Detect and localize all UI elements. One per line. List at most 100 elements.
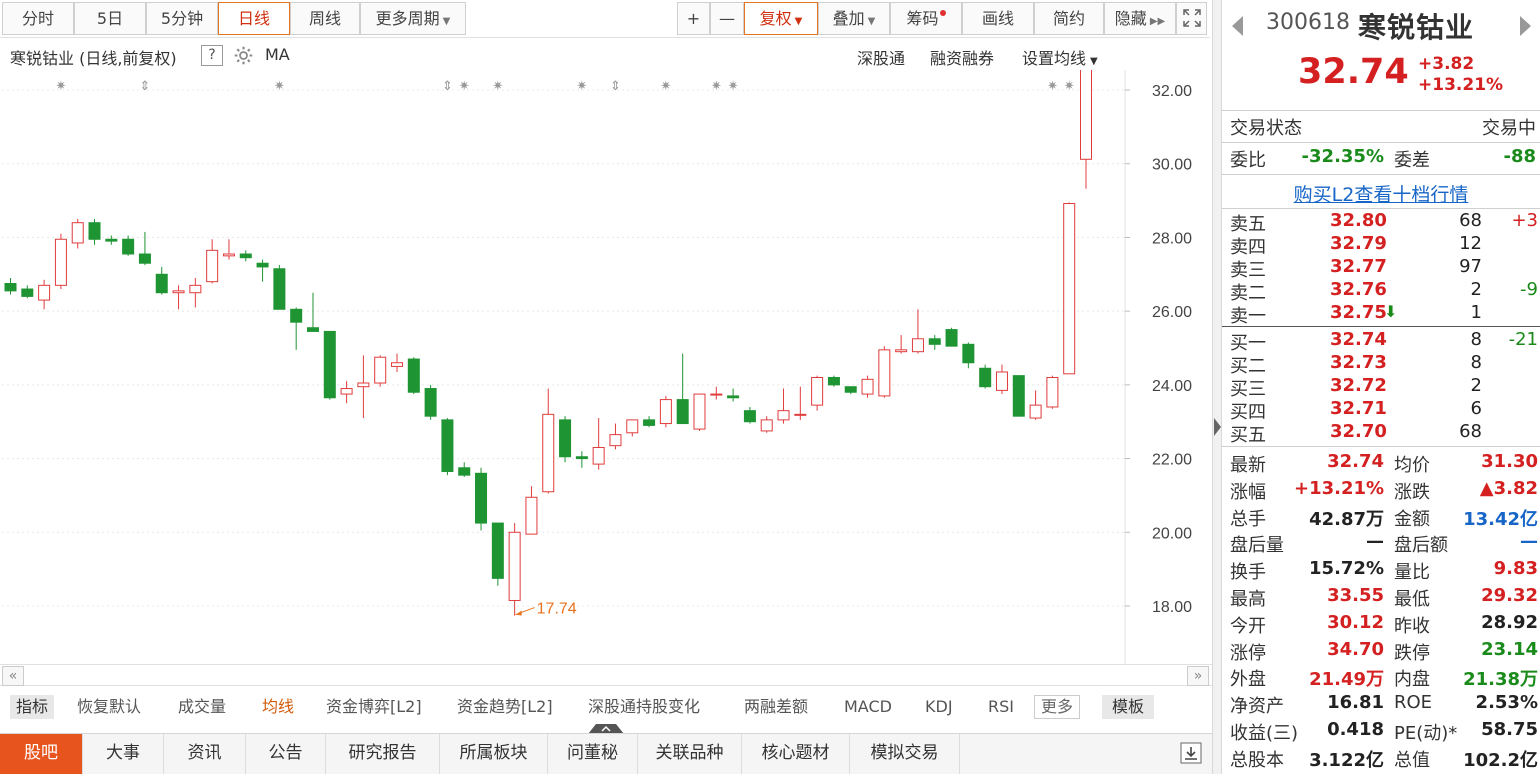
tab-weekly[interactable]: 周线 — [290, 2, 360, 35]
indicator-tab-rsi[interactable]: RSI — [982, 695, 1020, 719]
chart-scrollbar[interactable]: « » — [0, 664, 1212, 686]
panel-splitter[interactable] — [1212, 0, 1222, 774]
set-ma-dropdown[interactable]: 设置均线 ▼ — [1022, 45, 1098, 69]
scroll-left-button[interactable]: « — [2, 666, 24, 686]
more-periods-dropdown[interactable]: 更多周期 ▼ — [360, 2, 466, 35]
indicator-tab-margin-diff[interactable]: 两融差额 — [738, 695, 814, 719]
indicator-more-button[interactable]: 更多 — [1034, 695, 1081, 719]
candle-body — [895, 349, 908, 353]
tab-events[interactable]: 大事 — [83, 734, 164, 774]
candle — [273, 265, 286, 310]
candle — [659, 395, 672, 428]
fullscreen-button[interactable] — [1176, 2, 1207, 35]
tab-news[interactable]: 资讯 — [164, 734, 246, 774]
zoom-out-button[interactable]: — — [710, 2, 744, 35]
tab-sim-trading[interactable]: 模拟交易 — [850, 734, 960, 774]
hide-button[interactable]: 隐藏 ▶▶ — [1104, 2, 1176, 35]
order-price: 32.74 — [1330, 329, 1387, 350]
stats-row: 净资产 16.81 ROE 2.53% — [1222, 692, 1540, 719]
candle — [475, 467, 488, 531]
indicator-tab-index[interactable]: 指标 — [10, 695, 55, 719]
change-value: +3.82 — [1418, 54, 1475, 74]
tab-core-themes[interactable]: 核心题材 — [742, 734, 850, 774]
stats-row: 涨幅 +13.21% 涨跌 ▲3.82 — [1222, 478, 1540, 505]
simple-button[interactable]: 简约 — [1034, 2, 1104, 35]
indicator-tab-sgt-holdings[interactable]: 深股通持股变化 — [582, 695, 706, 719]
buy-l2-link[interactable]: 购买L2查看十档行情 — [1222, 180, 1540, 207]
event-markers: ✷ ⇕ ✷ ⇕ ✷ ✷ ✷ ⇕ ✷ ✷ ✷ ✷ ✷ — [55, 79, 1074, 94]
ma-indicator-label[interactable]: MA — [265, 45, 290, 64]
scroll-right-button[interactable]: » — [1187, 666, 1209, 686]
ask-row: 卖二 32.76 2 -9 — [1222, 279, 1540, 304]
candle-body — [559, 419, 572, 458]
next-stock-icon[interactable] — [1520, 16, 1531, 36]
collapse-arrow-icon — [1214, 418, 1221, 436]
set-ma-label: 设置均线 — [1022, 49, 1087, 68]
event-marker-icon: ⇕ — [139, 79, 150, 94]
candle-body — [38, 284, 51, 301]
tab-announcements[interactable]: 公告 — [246, 734, 326, 774]
candle — [895, 335, 908, 354]
quote-panel: 300618 寒锐钴业 32.74 +3.82 +13.21% 交易状态 交易中… — [1222, 0, 1540, 774]
tab-research[interactable]: 研究报告 — [326, 734, 440, 774]
stat-label: 总手 — [1230, 508, 1266, 530]
candle — [491, 522, 504, 586]
candle-body — [122, 238, 135, 255]
stat-value: 29.32 — [1481, 585, 1538, 606]
stock-app: 分时 5日 5分钟 日线 周线 更多周期 ▼ + — 复权 ▼ 叠加 ▼ 筹码 画线 … — [0, 0, 1540, 774]
tab-5min[interactable]: 5分钟 — [146, 2, 218, 35]
candle — [760, 416, 773, 433]
draw-button[interactable]: 画线 — [962, 2, 1034, 35]
stats-row: 总手 42.87万 金额 13.42亿 — [1222, 505, 1540, 532]
tab-ask-secretary[interactable]: 问董秘 — [548, 734, 638, 774]
candle — [138, 231, 151, 266]
tab-intraday[interactable]: 分时 — [2, 2, 74, 35]
bid-row: 买四 32.71 6 — [1222, 398, 1540, 423]
candle — [122, 235, 135, 256]
stat-value: 9.83 — [1493, 558, 1538, 580]
stat-value: — — [1366, 531, 1384, 553]
prev-stock-icon[interactable] — [1232, 16, 1243, 36]
candle — [155, 266, 168, 295]
stats-row: 总股本 3.122亿 总值 102.2亿 — [1222, 746, 1540, 773]
order-volume: 68 — [1459, 210, 1482, 231]
help-button[interactable]: ? — [201, 45, 223, 66]
candle-body — [138, 253, 151, 264]
stat-label: 跌停 — [1394, 642, 1430, 664]
indicator-tab-fund-trend[interactable]: 资金趋势[L2] — [451, 695, 559, 719]
tab-daily[interactable]: 日线 — [218, 2, 290, 35]
candle-body — [239, 253, 252, 259]
candle — [4, 277, 17, 295]
candle — [290, 307, 303, 350]
tab-related[interactable]: 关联品种 — [638, 734, 742, 774]
candle-body — [911, 338, 924, 353]
tab-sectors[interactable]: 所属板块 — [440, 734, 548, 774]
candle — [693, 393, 706, 431]
tab-5day[interactable]: 5日 — [74, 2, 146, 35]
chips-button[interactable]: 筹码 — [890, 2, 962, 35]
chart-grid — [2, 70, 1130, 664]
gear-icon[interactable] — [233, 45, 254, 66]
indicator-tab-macd[interactable]: MACD — [838, 695, 898, 719]
orderbook-divider — [1222, 326, 1540, 327]
adjust-dropdown[interactable]: 复权 ▼ — [744, 2, 818, 35]
candlestick-chart[interactable]: ✷ ⇕ ✷ ⇕ ✷ ✷ ✷ ⇕ ✷ ✷ ✷ ✷ ✷ 32.00 30.00 28.00 26.00 24.00 2… — [0, 70, 1212, 664]
candle-body — [626, 419, 639, 434]
candle-body — [575, 456, 588, 460]
zoom-in-button[interactable]: + — [677, 2, 710, 35]
overlay-dropdown[interactable]: 叠加 ▼ — [818, 2, 890, 35]
indicator-tab-kdj[interactable]: KDJ — [919, 695, 959, 719]
order-price: 32.75 — [1330, 302, 1387, 323]
tab-guba[interactable]: 股吧 — [0, 734, 83, 774]
indicator-tab-reset[interactable]: 恢复默认 — [71, 695, 147, 719]
link-shenguotong[interactable]: 深股通 — [857, 45, 905, 69]
indicator-tab-ma[interactable]: 均线 — [256, 695, 300, 719]
indicator-template-button[interactable]: 模板 — [1102, 695, 1155, 719]
indicator-tab-fund-game[interactable]: 资金博弈[L2] — [320, 695, 428, 719]
stat-label: 今开 — [1230, 615, 1266, 637]
download-icon[interactable] — [1180, 742, 1202, 764]
order-volume: 2 — [1470, 279, 1482, 300]
link-margin-trading[interactable]: 融资融券 — [930, 45, 994, 69]
indicator-tab-volume[interactable]: 成交量 — [172, 695, 232, 719]
event-marker-icon: ✷ — [55, 79, 66, 94]
